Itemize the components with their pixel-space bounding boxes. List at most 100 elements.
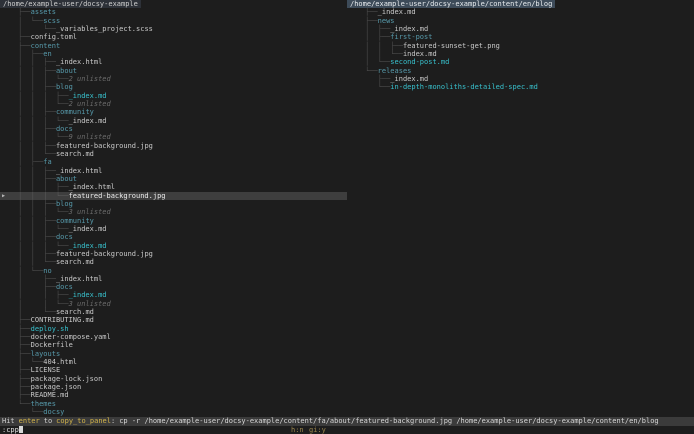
tree-branch-lines: │ └── <box>365 58 391 67</box>
file-name: _index.md <box>68 116 107 125</box>
tree-row[interactable]: └──docsy <box>0 408 347 416</box>
command-input-line[interactable]: :cpp h:n gi:y <box>0 426 694 434</box>
left-panel: /home/example-user/docsy-example ├──asse… <box>0 0 347 417</box>
directory-name: layouts <box>30 349 61 358</box>
directory-name: news <box>377 16 395 25</box>
tree-row[interactable]: │ └──second-post.md <box>347 58 694 66</box>
unlisted-count: 2 unlisted <box>68 74 111 83</box>
tree-row[interactable]: ▶ │ │ │ └──featured-background.jpg <box>0 191 347 200</box>
file-name: search.md <box>55 149 94 158</box>
directory-name: assets <box>30 8 56 17</box>
tree-row[interactable]: │ │ │ └──3 unlisted <box>0 208 347 216</box>
tree-row[interactable]: │ │ ├──docs <box>0 233 347 241</box>
tree-row[interactable]: │ │ ├──featured-background.jpg <box>0 250 347 258</box>
tree-row[interactable]: │ └──scss <box>0 17 347 25</box>
tree-branch-lines: │ └── <box>18 16 44 25</box>
tree-row[interactable]: ├──content <box>0 42 347 50</box>
tree-row[interactable]: │ ├──first-post <box>347 33 694 41</box>
directory-name: docs <box>55 233 73 242</box>
tree-row[interactable]: │ │ ├──docs <box>0 125 347 133</box>
tree-row[interactable]: ├──CONTRIBUTING.md <box>0 316 347 324</box>
tree-row[interactable]: │ │ ├──blog <box>0 83 347 91</box>
tree-branch-lines: ├── <box>18 391 31 400</box>
tree-row[interactable]: │ │ └──3 unlisted <box>0 300 347 308</box>
tree-row[interactable]: ├──Dockerfile <box>0 341 347 349</box>
tree-row[interactable]: │ │ │ └──_index.md <box>0 117 347 125</box>
tree-branch-lines: │ └── <box>18 358 44 367</box>
tree-row[interactable]: │ │ └──search.md <box>0 150 347 158</box>
status-separator: : <box>110 417 116 425</box>
tree-row[interactable]: │ │ ├──community <box>0 108 347 116</box>
directory-name: fa <box>43 158 52 167</box>
tree-branch-lines: │ │ ├── <box>365 41 403 50</box>
tree-row[interactable]: ├──news <box>347 17 694 25</box>
tree-row[interactable]: ├──LICENSE <box>0 366 347 374</box>
tree-row[interactable]: │ │ ├──featured-background.jpg <box>0 142 347 150</box>
tree-row[interactable]: │ │ ├──community <box>0 217 347 225</box>
file-name: config.toml <box>30 33 78 42</box>
tree-row[interactable]: │ │ │ └──_index.md <box>0 242 347 250</box>
tree-row[interactable]: │ │ ├──about <box>0 175 347 183</box>
directory-name: docs <box>55 283 73 292</box>
tree-row[interactable]: ├──assets <box>0 8 347 16</box>
tree-branch-lines: │ │ ├── <box>18 216 56 225</box>
directory-name: no <box>43 266 52 275</box>
directory-name: themes <box>30 399 56 408</box>
file-name: second-post.md <box>390 58 450 67</box>
file-name: _index.md <box>68 241 107 250</box>
directory-name: en <box>43 49 52 58</box>
tree-branch-lines: └── <box>365 83 391 92</box>
tree-row[interactable]: ├──layouts <box>0 350 347 358</box>
directory-name: about <box>55 66 78 75</box>
unlisted-count: 2 unlisted <box>68 99 111 108</box>
tree-branch-lines: │ │ │ └── <box>18 208 69 217</box>
tree-row[interactable]: ├──_index.md <box>347 8 694 16</box>
tree-row[interactable]: │ │ │ └──_index.md <box>0 225 347 233</box>
tree-row[interactable]: │ │ ├──about <box>0 67 347 75</box>
tree-branch-lines: │ ├── <box>18 283 56 292</box>
tree-row[interactable]: │ ├──fa <box>0 158 347 166</box>
tree-row[interactable]: └──releases <box>347 67 694 75</box>
directory-name: community <box>55 108 94 117</box>
tree-row[interactable]: │ │ ├──_index.html <box>0 58 347 66</box>
tree-branch-lines: ├── <box>18 366 31 375</box>
tree-row[interactable]: ├──deploy.sh <box>0 325 347 333</box>
file-name: search.md <box>55 308 94 317</box>
tree-row[interactable]: │ │ │ └──9 unlisted <box>0 133 347 141</box>
tree-row[interactable]: │ ├──_index.html <box>0 275 347 283</box>
directory-name: content <box>30 41 61 50</box>
left-file-tree: ├──assets │ └──scss │ └──_variables_projec… <box>0 8 347 416</box>
gitignore-flag[interactable]: gi:y <box>309 426 326 434</box>
tree-row[interactable]: ├──config.toml <box>0 33 347 41</box>
tree-row[interactable]: │ │ └──search.md <box>0 258 347 266</box>
tree-branch-lines: │ └── <box>18 24 56 33</box>
tree-row[interactable]: ├──README.md <box>0 391 347 399</box>
tree-row[interactable]: │ │ ├──_index.md <box>0 291 347 299</box>
tree-branch-lines: ├── <box>365 74 391 83</box>
file-name: deploy.sh <box>30 324 69 333</box>
tree-branch-lines: │ │ ├── <box>18 166 56 175</box>
tree-branch-lines: │ ├── <box>18 158 44 167</box>
hidden-files-flag[interactable]: h:n <box>291 426 304 434</box>
directory-name: blog <box>55 199 73 208</box>
status-command: cp -r /home/example-user/docsy-example/c… <box>119 417 659 425</box>
unlisted-count: 3 unlisted <box>68 208 111 217</box>
tree-branch-lines: │ │ │ └── <box>18 116 69 125</box>
tree-row[interactable]: │ │ ├──_index.html <box>0 167 347 175</box>
tree-row[interactable]: └──in-depth-monoliths-detailed-spec.md <box>347 83 694 91</box>
tree-branch-lines: ├── <box>365 16 378 25</box>
tree-branch-lines: │ │ │ ├── <box>18 183 69 192</box>
tree-row[interactable]: │ │ │ ├──_index.md <box>0 92 347 100</box>
file-name: _index.html <box>68 183 115 192</box>
tree-row[interactable]: └──themes <box>0 400 347 408</box>
tree-row[interactable]: │ └──no <box>0 267 347 275</box>
tree-branch-lines: │ │ ├── <box>18 66 56 75</box>
tree-branch-lines: ├── <box>18 316 31 325</box>
tree-row[interactable]: │ │ │ ├──_index.html <box>0 183 347 191</box>
file-name: _index.html <box>55 166 103 175</box>
tree-row[interactable]: │ │ ├──blog <box>0 200 347 208</box>
tree-branch-lines: │ └── <box>18 308 56 317</box>
tree-row[interactable]: ├──package-lock.json <box>0 375 347 383</box>
directory-name: docs <box>55 124 73 133</box>
tree-row[interactable]: │ │ ├──featured-sunset-get.png <box>347 42 694 50</box>
